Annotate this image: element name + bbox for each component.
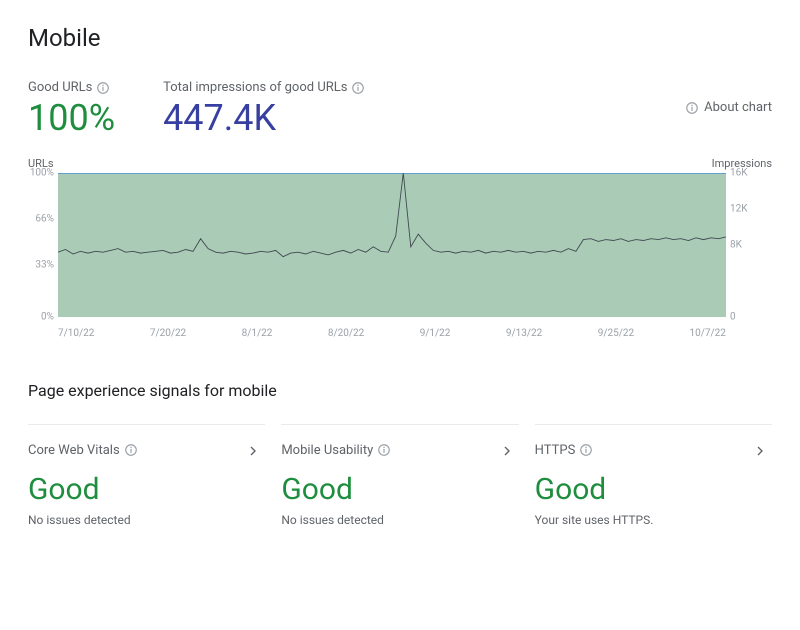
y-right-tick: 12K — [730, 203, 772, 214]
summary-row: Good URLs 100% Total impressions of good… — [28, 80, 772, 139]
x-tick: 7/20/22 — [150, 328, 186, 339]
card-status: Good — [535, 472, 772, 507]
info-icon[interactable] — [377, 443, 391, 457]
card-status: Good — [28, 472, 265, 507]
y-right-tick: 8K — [730, 239, 772, 250]
y-right-tick: 0 — [730, 311, 772, 322]
card-https[interactable]: HTTPS Good Your site uses HTTPS. — [535, 424, 772, 527]
y-left-tick: 0% — [28, 311, 54, 322]
impressions-metric: Total impressions of good URLs 447.4K — [163, 80, 365, 139]
card-core-web-vitals[interactable]: Core Web Vitals Good No issues detected — [28, 424, 265, 527]
info-icon[interactable] — [96, 81, 110, 95]
info-icon[interactable] — [351, 81, 365, 95]
chevron-right-icon — [499, 443, 515, 459]
good-urls-value: 100% — [28, 99, 115, 139]
good-urls-line — [58, 173, 726, 317]
good-urls-label: Good URLs — [28, 80, 92, 95]
x-tick: 8/20/22 — [328, 328, 364, 339]
y-left-tick: 33% — [28, 259, 54, 270]
about-chart-link[interactable]: About chart — [685, 80, 772, 115]
card-title: HTTPS — [535, 443, 576, 458]
card-subtext: No issues detected — [28, 513, 265, 527]
chart: URLs Impressions 100% 66% 33% 0% 16K 12K… — [28, 157, 772, 347]
signal-cards: Core Web Vitals Good No issues detected … — [28, 424, 772, 527]
x-tick: 9/25/22 — [598, 328, 634, 339]
page-title: Mobile — [28, 24, 772, 52]
x-axis-ticks: 7/10/22 7/20/22 8/1/22 8/20/22 9/1/22 9/… — [58, 328, 726, 339]
card-title: Mobile Usability — [281, 443, 373, 458]
x-tick: 7/10/22 — [58, 328, 94, 339]
y-left-tick: 100% — [28, 167, 54, 178]
chart-area[interactable] — [58, 173, 726, 317]
chevron-right-icon — [752, 443, 768, 459]
card-status: Good — [281, 472, 518, 507]
card-mobile-usability[interactable]: Mobile Usability Good No issues detected — [281, 424, 518, 527]
x-tick: 9/13/22 — [506, 328, 542, 339]
x-tick: 10/7/22 — [690, 328, 726, 339]
good-urls-metric: Good URLs 100% — [28, 80, 115, 139]
info-icon[interactable] — [579, 443, 593, 457]
x-tick: 9/1/22 — [420, 328, 451, 339]
signals-heading: Page experience signals for mobile — [28, 381, 772, 400]
about-chart-label: About chart — [704, 100, 772, 115]
x-tick: 8/1/22 — [242, 328, 273, 339]
card-subtext: No issues detected — [281, 513, 518, 527]
impressions-label: Total impressions of good URLs — [163, 80, 347, 95]
y-right-tick: 16K — [730, 167, 772, 178]
info-icon — [685, 101, 699, 115]
impressions-value: 447.4K — [163, 99, 365, 139]
card-subtext: Your site uses HTTPS. — [535, 513, 772, 527]
info-icon[interactable] — [124, 443, 138, 457]
card-title: Core Web Vitals — [28, 443, 120, 458]
y-left-tick: 66% — [28, 213, 54, 224]
chevron-right-icon — [245, 443, 261, 459]
